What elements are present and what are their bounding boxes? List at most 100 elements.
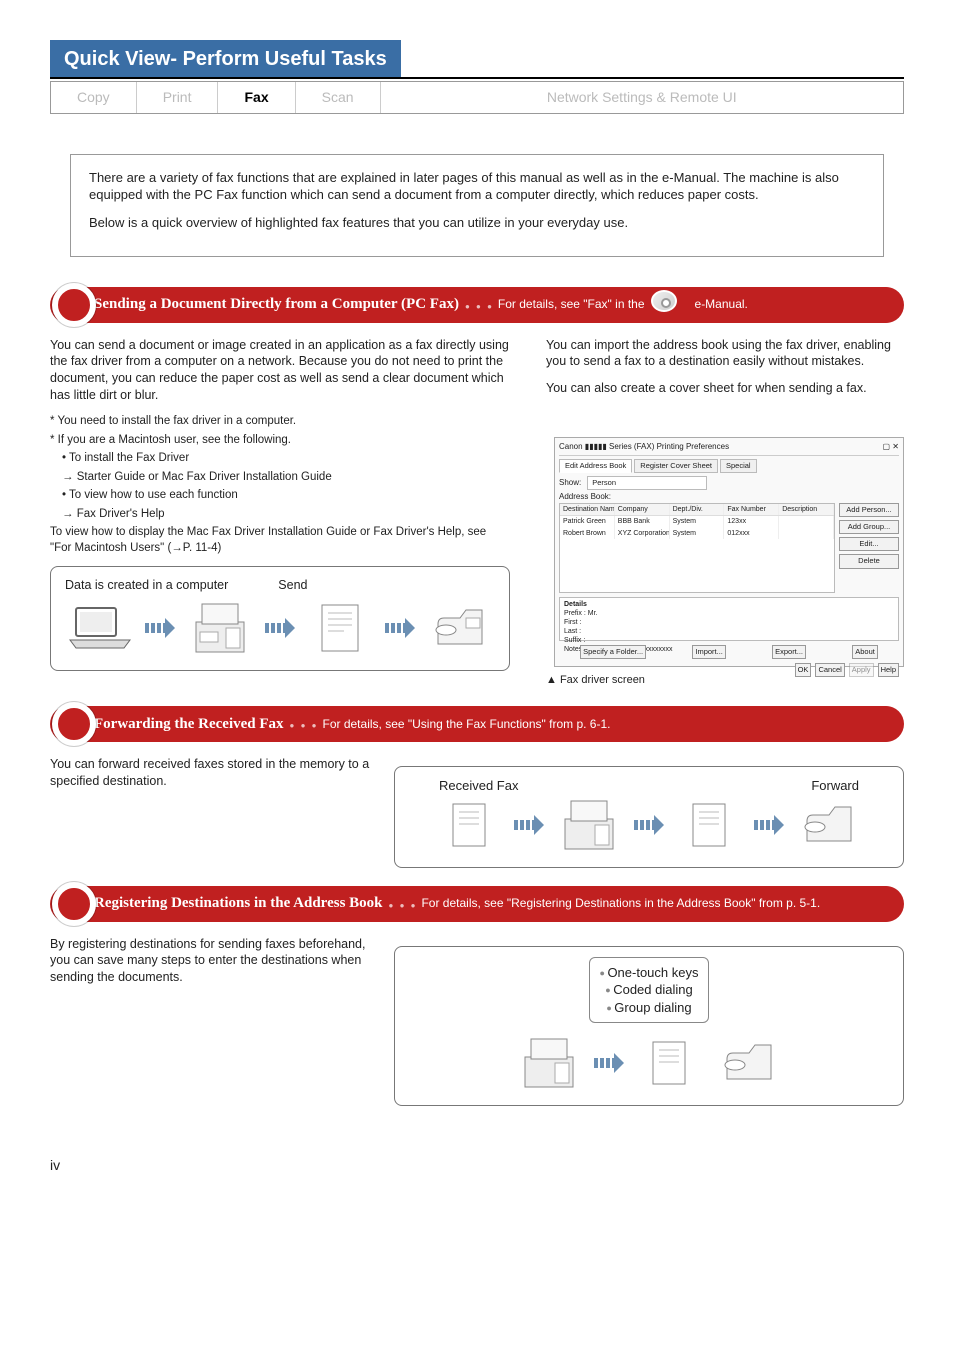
arrow-icon: [754, 817, 784, 833]
fig-caption-create: Data is created in a computer: [65, 577, 228, 594]
add-person-button[interactable]: Add Person...: [839, 503, 899, 517]
section1-right-p2: You can also create a cover sheet for wh…: [546, 380, 904, 397]
section-band-register: Registering Destinations in the Address …: [50, 886, 904, 922]
arrow-icon: [385, 620, 415, 636]
col-dept: Dept./Div.: [670, 504, 725, 515]
section-band-forward: Forwarding the Received Fax For details,…: [50, 706, 904, 742]
col-desc: Description: [779, 504, 834, 515]
section3-title: Registering Destinations in the Address …: [94, 893, 383, 913]
tab-print[interactable]: Print: [137, 82, 219, 113]
section3-para: By registering destinations for sending …: [50, 936, 370, 987]
laptop-icon: [65, 598, 135, 658]
fig-caption-send: Send: [278, 577, 307, 594]
band-bullet-icon: [52, 882, 96, 926]
section1-right-p1: You can import the address book using th…: [546, 337, 904, 371]
fax-machine-icon: [714, 1033, 784, 1093]
band-bullet-icon: [52, 283, 96, 327]
tab-network-remote-ui[interactable]: Network Settings & Remote UI: [381, 82, 903, 113]
list-item: Coded dialing: [600, 981, 699, 999]
register-list: One-touch keys Coded dialing Group diali…: [589, 957, 710, 1024]
arrow-icon: [634, 817, 664, 833]
fax-machine-icon: [794, 795, 864, 855]
edit-button[interactable]: Edit...: [839, 537, 899, 551]
apply-button[interactable]: Apply: [849, 663, 874, 677]
mfp-icon: [514, 1033, 584, 1093]
document-icon: [634, 1033, 704, 1093]
delete-button[interactable]: Delete: [839, 554, 899, 568]
band-bullet-icon: [52, 702, 96, 746]
details-label: Details: [564, 600, 894, 609]
dots-icon: [465, 296, 494, 314]
bullet-2: • To view how to use each function: [62, 488, 510, 504]
ok-button[interactable]: OK: [795, 663, 812, 677]
figure-pcfax: Data is created in a computer Send: [50, 566, 510, 671]
about-button[interactable]: About: [852, 645, 878, 659]
add-group-button[interactable]: Add Group...: [839, 520, 899, 534]
fig-label-forward: Forward: [811, 777, 859, 795]
tab-row: Copy Print Fax Scan Network Settings & R…: [50, 81, 904, 114]
list-item: Group dialing: [600, 999, 699, 1017]
page-title: Quick View- Perform Useful Tasks: [50, 40, 401, 77]
tab-fax[interactable]: Fax: [218, 82, 295, 113]
tab-scan[interactable]: Scan: [296, 82, 381, 113]
import-button[interactable]: Import...: [692, 645, 726, 659]
screenshot-title: Canon ▮▮▮▮▮ Series (FAX) Printing Prefer…: [559, 442, 729, 453]
arrow-icon: [265, 620, 295, 636]
section1-tail-prefix: For details, see "Fax" in the: [498, 296, 645, 312]
section2-tail: For details, see "Using the Fax Function…: [323, 716, 611, 732]
dots-icon: [290, 715, 319, 733]
specify-folder-button[interactable]: Specify a Folder...: [580, 645, 646, 659]
col-company: Company: [615, 504, 670, 515]
header-title-band: Quick View- Perform Useful Tasks: [50, 40, 904, 79]
details-pane: Details Prefix : Mr. First : Last : Suff…: [559, 597, 899, 641]
cdrom-icon: [651, 290, 685, 320]
intro-box: There are a variety of fax functions tha…: [70, 154, 884, 257]
section1-left-para: You can send a document or image created…: [50, 337, 510, 405]
document-icon: [434, 795, 504, 855]
ftab-cover-sheet[interactable]: Register Cover Sheet: [634, 459, 718, 473]
export-button[interactable]: Export...: [772, 645, 806, 659]
bullet-1-sub: Starter Guide or Mac Fax Driver Installa…: [62, 470, 510, 486]
bullet-2-sub: Fax Driver's Help: [62, 507, 510, 523]
fax-machine-icon: [425, 598, 495, 658]
section1-right-col: You can import the address book using th…: [546, 337, 904, 688]
note-2: * If you are a Macintosh user, see the f…: [50, 433, 510, 449]
tab-copy[interactable]: Copy: [51, 82, 137, 113]
mfp-icon: [185, 598, 255, 658]
window-controls-icon: ▢ ✕: [883, 442, 899, 453]
ftab-edit-address[interactable]: Edit Address Book: [559, 459, 632, 473]
cancel-button[interactable]: Cancel: [815, 663, 844, 677]
section2-title: Forwarding the Received Fax: [94, 714, 284, 734]
dots-icon: [389, 895, 418, 913]
figure-forward: Received Fax Forward: [394, 766, 904, 868]
section1-left-col: You can send a document or image created…: [50, 337, 510, 688]
list-item: One-touch keys: [600, 964, 699, 982]
help-button[interactable]: Help: [878, 663, 899, 677]
table-row[interactable]: Robert Brown XYZ Corporation System 012x…: [560, 528, 834, 539]
mfp-icon: [554, 795, 624, 855]
figure-register: One-touch keys Coded dialing Group diali…: [394, 946, 904, 1107]
section2-para: You can forward received faxes stored in…: [50, 756, 370, 790]
bullet-1: • To install the Fax Driver: [62, 451, 510, 467]
addressbook-label: Address Book:: [559, 492, 899, 503]
fig-label-received: Received Fax: [439, 777, 518, 795]
arrow-icon: [594, 1055, 624, 1071]
arrow-icon: [145, 620, 175, 636]
arrow-icon: [514, 817, 544, 833]
trailing-note: To view how to display the Mac Fax Drive…: [50, 525, 510, 556]
col-dest: Destination Name: [560, 504, 615, 515]
document-icon: [674, 795, 744, 855]
section3-tail: For details, see "Registering Destinatio…: [421, 895, 820, 911]
intro-p2: Below is a quick overview of highlighted…: [89, 214, 865, 232]
table-row[interactable]: Patrick Green BBB Bank System 123xx: [560, 516, 834, 527]
section-band-pcfax: Sending a Document Directly from a Compu…: [50, 287, 904, 323]
ftab-special[interactable]: Special: [720, 459, 757, 473]
fax-driver-screenshot: Canon ▮▮▮▮▮ Series (FAX) Printing Prefer…: [554, 437, 904, 667]
page-number: iv: [50, 1156, 904, 1175]
show-combo[interactable]: Person: [587, 476, 707, 490]
address-table[interactable]: Destination Name Company Dept./Div. Fax …: [559, 503, 835, 593]
col-fax: Fax Number: [724, 504, 779, 515]
document-icon: [305, 598, 375, 658]
section1-tail-suffix: e-Manual.: [695, 296, 748, 312]
show-label: Show:: [559, 478, 581, 489]
